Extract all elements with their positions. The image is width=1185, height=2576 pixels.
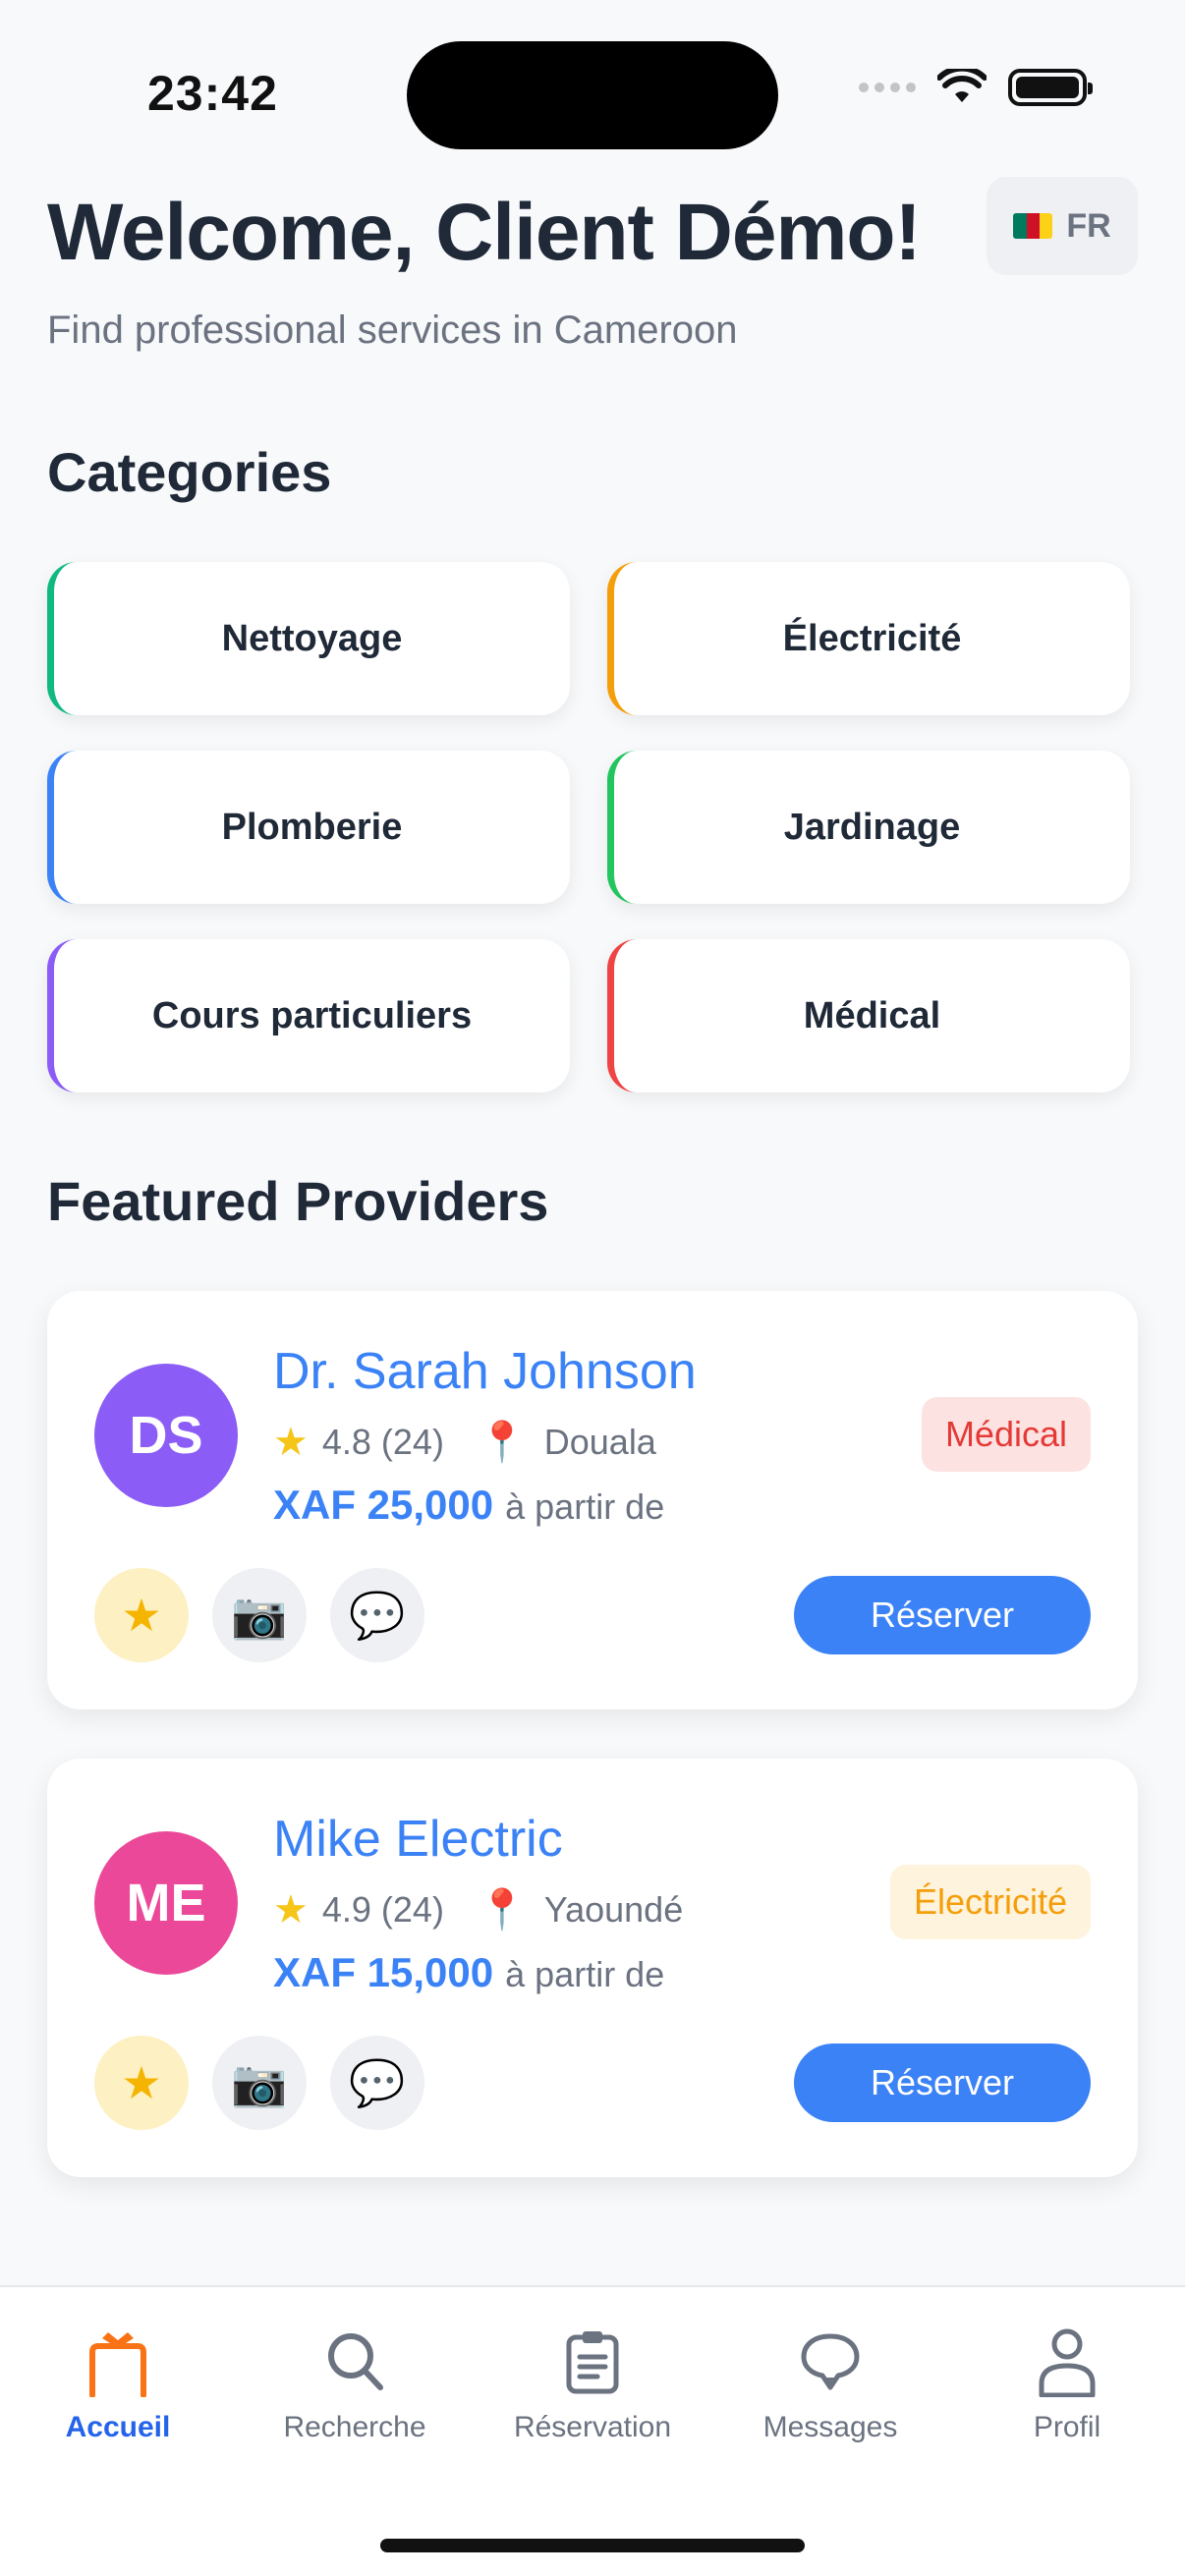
user-icon — [1039, 2328, 1096, 2397]
avatar: ME — [94, 1831, 238, 1975]
provider-meta: ★ 4.8 (24) 📍 Douala — [273, 1419, 656, 1465]
gallery-button[interactable]: 📷 — [212, 1568, 307, 1662]
provider-actions: ★ 📷 💬 — [94, 1568, 424, 1662]
home-icon — [89, 2332, 146, 2397]
tab-messages[interactable]: Messages — [722, 2323, 938, 2444]
provider-name[interactable]: Dr. Sarah Johnson — [273, 1342, 697, 1401]
book-button[interactable]: Réserver — [794, 1576, 1091, 1654]
tab-recherche[interactable]: Recherche — [247, 2323, 463, 2444]
tab-label: Messages — [762, 2411, 898, 2443]
star-icon: ★ — [121, 1590, 162, 1641]
avatar: DS — [94, 1364, 238, 1507]
favorite-button[interactable]: ★ — [94, 1568, 189, 1662]
tab-label: Réservation — [513, 2411, 672, 2443]
cellular-signal-icon — [859, 83, 916, 92]
chat-bubble-icon: 💬 — [349, 1589, 406, 1641]
message-button[interactable]: 💬 — [330, 2036, 424, 2130]
category-card-plomberie[interactable]: Plomberie — [47, 751, 570, 904]
price-amount: XAF 25,000 — [273, 1482, 494, 1528]
tab-label: Profil — [1033, 2411, 1101, 2443]
location-pin-icon: 📍 — [477, 1888, 527, 1932]
language-label: FR — [1066, 206, 1111, 245]
book-button[interactable]: Réserver — [794, 2044, 1091, 2122]
categories-grid: Nettoyage Électricité Plomberie Jardinag… — [47, 562, 1130, 1092]
home-indicator — [380, 2539, 805, 2552]
tab-label: Accueil — [65, 2411, 171, 2443]
provider-rating: 4.8 (24) — [321, 1421, 444, 1462]
page-subtitle: Find professional services in Cameroon — [47, 308, 738, 352]
camera-icon: 📷 — [231, 2056, 288, 2108]
camera-icon: 📷 — [231, 1589, 288, 1641]
category-badge: Électricité — [889, 1865, 1091, 1939]
featured-providers-title: Featured Providers — [47, 1170, 549, 1232]
welcome-title: Welcome, Client Démo! — [47, 188, 922, 277]
status-time: 23:42 — [147, 66, 278, 121]
status-bar: 23:42 — [0, 0, 1185, 187]
categories-title: Categories — [47, 441, 332, 503]
price-suffix: à partir de — [505, 1486, 665, 1527]
price-suffix: à partir de — [505, 1954, 665, 1994]
price-amount: XAF 15,000 — [273, 1949, 494, 1995]
chat-icon — [801, 2333, 860, 2390]
gallery-button[interactable]: 📷 — [212, 2036, 307, 2130]
provider-name[interactable]: Mike Electric — [273, 1810, 563, 1869]
provider-card[interactable]: DS Dr. Sarah Johnson ★ 4.8 (24) 📍 Douala… — [47, 1291, 1138, 1709]
favorite-button[interactable]: ★ — [94, 2036, 189, 2130]
provider-meta: ★ 4.9 (24) 📍 Yaoundé — [273, 1886, 683, 1932]
battery-icon — [1008, 69, 1093, 106]
chat-bubble-icon: 💬 — [349, 2056, 406, 2108]
star-icon: ★ — [273, 1420, 309, 1464]
cameroon-flag-icon — [1013, 213, 1053, 239]
status-icons — [859, 69, 1093, 106]
clipboard-icon — [566, 2331, 619, 2394]
wifi-icon — [937, 69, 987, 102]
category-card-nettoyage[interactable]: Nettoyage — [47, 562, 570, 715]
provider-price: XAF 25,000 à partir de — [273, 1482, 664, 1529]
language-toggle-button[interactable]: FR — [987, 177, 1138, 275]
provider-rating: 4.9 (24) — [321, 1888, 444, 1930]
dynamic-island — [407, 41, 778, 149]
category-badge: Médical — [921, 1397, 1091, 1472]
category-card-medical[interactable]: Médical — [607, 939, 1130, 1092]
provider-city: Douala — [543, 1421, 656, 1462]
message-button[interactable]: 💬 — [330, 1568, 424, 1662]
tab-accueil[interactable]: Accueil — [10, 2323, 226, 2444]
tab-profil[interactable]: Profil — [959, 2323, 1175, 2444]
location-pin-icon: 📍 — [477, 1421, 527, 1464]
category-card-electricite[interactable]: Électricité — [607, 562, 1130, 715]
star-icon: ★ — [121, 2057, 162, 2108]
provider-actions: ★ 📷 💬 — [94, 2036, 424, 2130]
provider-price: XAF 15,000 à partir de — [273, 1949, 664, 1996]
star-icon: ★ — [273, 1887, 309, 1932]
bottom-tab-bar: Accueil Recherche Réservation Messages P… — [0, 2285, 1185, 2576]
provider-city: Yaoundé — [543, 1888, 684, 1930]
category-card-cours-particuliers[interactable]: Cours particuliers — [47, 939, 570, 1092]
tab-reservation[interactable]: Réservation — [484, 2323, 701, 2444]
search-icon — [328, 2333, 383, 2390]
category-card-jardinage[interactable]: Jardinage — [607, 751, 1130, 904]
provider-card[interactable]: ME Mike Electric ★ 4.9 (24) 📍 Yaoundé XA… — [47, 1759, 1138, 2177]
tab-label: Recherche — [283, 2411, 426, 2443]
